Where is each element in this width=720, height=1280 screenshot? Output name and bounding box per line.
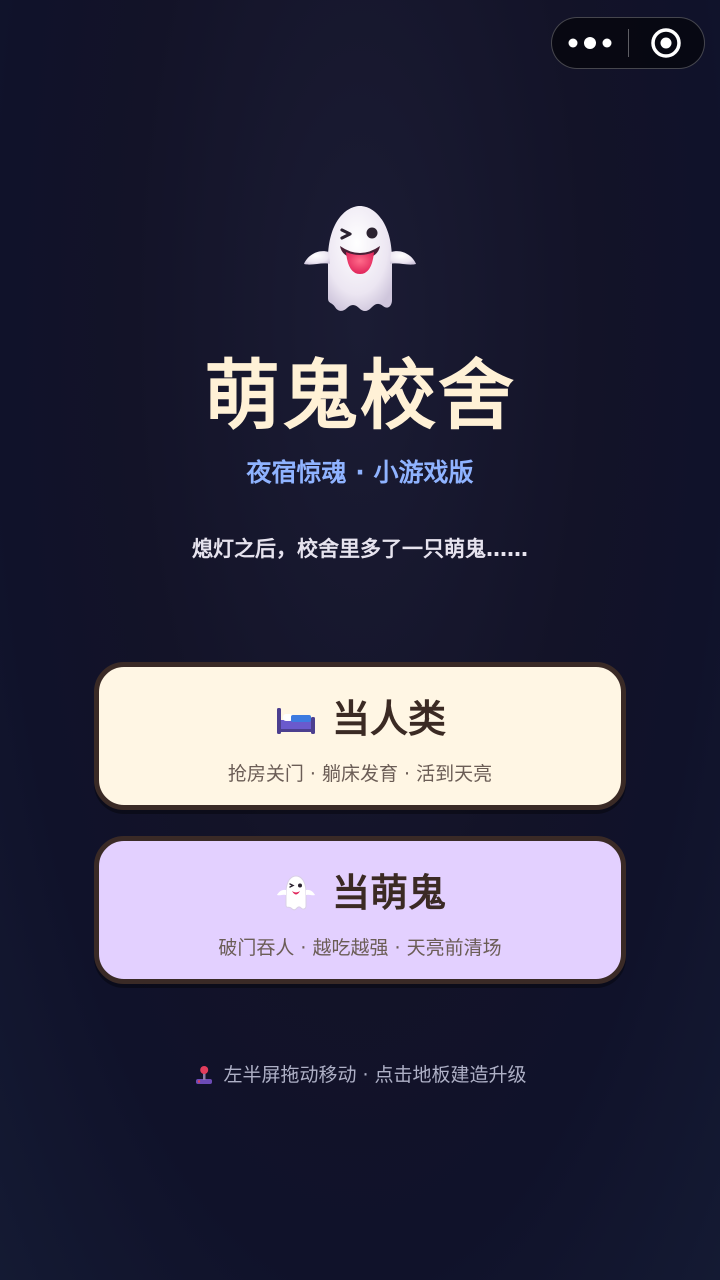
game-title: 萌鬼校舍 — [204, 351, 516, 440]
mini-program-capsule — [551, 17, 705, 69]
ghost-icon — [276, 875, 315, 911]
ghost-button-description: 破门吞人 · 越吃越强 · 天亮前清场 — [218, 937, 502, 959]
winking-ghost-icon — [304, 206, 416, 311]
game-tagline: 熄灯之后，校舍里多了一只萌鬼…… — [192, 537, 528, 561]
human-button-label: 当人类 — [331, 697, 446, 741]
bed-icon — [276, 708, 315, 734]
target-close-icon — [651, 28, 681, 58]
ghost-button-label: 当萌鬼 — [331, 871, 446, 915]
game-subtitle: 夜宿惊魂 · 小游戏版 — [246, 458, 474, 487]
play-as-human-button[interactable]: 当人类 抢房关门 · 躺床发育 · 活到天亮 — [94, 662, 626, 810]
play-as-ghost-button[interactable]: 当萌鬼 破门吞人 · 越吃越强 · 天亮前清场 — [94, 836, 626, 984]
control-hint: 左半屏拖动移动 · 点击地板建造升级 — [0, 1060, 720, 1090]
close-button[interactable] — [629, 17, 705, 69]
human-button-header: 当人类 — [99, 695, 621, 743]
ghost-button-header: 当萌鬼 — [99, 869, 621, 917]
joystick-icon — [196, 1066, 213, 1084]
control-hint-text: 左半屏拖动移动 · 点击地板建造升级 — [223, 1064, 527, 1086]
more-dots-icon — [568, 37, 612, 49]
more-button[interactable] — [552, 17, 628, 69]
human-button-description: 抢房关门 · 躺床发育 · 活到天亮 — [227, 763, 493, 785]
